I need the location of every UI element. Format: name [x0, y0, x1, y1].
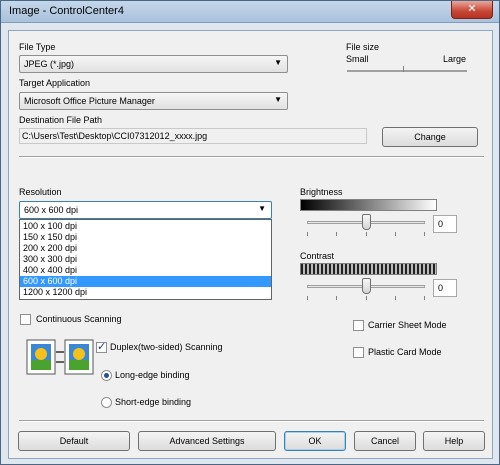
contrast-label: Contrast: [300, 251, 335, 261]
duplex-checkbox[interactable]: [96, 340, 107, 353]
long-edge-radio[interactable]: [101, 370, 112, 381]
file-type-select[interactable]: JPEG (*.jpg) ▼: [19, 55, 288, 73]
resolution-label: Resolution: [19, 187, 62, 197]
title-bar[interactable]: Image - ControlCenter4 ✕: [1, 1, 499, 23]
brightness-value-field[interactable]: 0: [433, 215, 457, 233]
chevron-down-icon: ▼: [274, 95, 282, 104]
destination-path-label: Destination File Path: [19, 115, 103, 125]
resolution-dropdown-list[interactable]: 100 x 100 dpi 150 x 150 dpi 200 x 200 dpi 3…: [19, 219, 272, 300]
file-size-small-label: Small: [346, 54, 369, 64]
plastic-card-checkbox[interactable]: [353, 347, 364, 358]
resolution-value: 600 x 600 dpi: [24, 205, 79, 215]
resolution-option[interactable]: 200 x 200 dpi: [20, 243, 271, 254]
dialog-client-area: File Type JPEG (*.jpg) ▼ File size Small…: [8, 30, 493, 459]
chevron-down-icon: ▼: [258, 204, 266, 213]
brightness-slider-thumb[interactable]: [362, 214, 371, 230]
file-size-slider-thumb[interactable]: [403, 66, 404, 72]
resolution-option[interactable]: 300 x 300 dpi: [20, 254, 271, 265]
chevron-down-icon: ▼: [274, 58, 282, 67]
cancel-button[interactable]: Cancel: [354, 431, 416, 451]
continuous-scanning-label: Continuous Scanning: [36, 314, 122, 324]
file-size-label: File size: [346, 42, 380, 52]
long-edge-label: Long-edge binding: [115, 370, 190, 380]
separator: [19, 420, 484, 422]
contrast-value-field[interactable]: 0: [433, 279, 457, 297]
contrast-value: 0: [438, 283, 444, 293]
carrier-sheet-label: Carrier Sheet Mode: [368, 320, 447, 330]
resolution-option[interactable]: 400 x 400 dpi: [20, 265, 271, 276]
close-icon: ✕: [467, 3, 477, 15]
file-size-large-label: Large: [443, 54, 467, 64]
destination-path-field[interactable]: C:\Users\Test\Desktop\CCI07312012_xxxx.j…: [19, 128, 367, 144]
brightness-ticks: [307, 232, 425, 236]
target-application-label: Target Application: [19, 78, 91, 88]
duplex-label: Duplex(two-sided) Scanning: [110, 342, 223, 352]
brightness-gradient: [300, 199, 437, 211]
resolution-option[interactable]: 150 x 150 dpi: [20, 232, 271, 243]
short-edge-label: Short-edge binding: [115, 397, 192, 407]
destination-path-value: C:\Users\Test\Desktop\CCI07312012_xxxx.j…: [22, 131, 208, 141]
contrast-slider-thumb[interactable]: [362, 278, 371, 294]
help-button[interactable]: Help: [423, 431, 485, 451]
resolution-option[interactable]: 1200 x 1200 dpi: [20, 287, 271, 298]
brightness-value: 0: [438, 219, 444, 229]
resolution-option[interactable]: 600 x 600 dpi: [20, 276, 271, 287]
resolution-option[interactable]: 100 x 100 dpi: [20, 221, 271, 232]
dialog-window: Image - ControlCenter4 ✕ File Type JPEG …: [0, 0, 500, 465]
target-application-value: Microsoft Office Picture Manager: [24, 96, 155, 106]
resolution-select[interactable]: 600 x 600 dpi ▼: [19, 201, 272, 219]
plastic-card-label: Plastic Card Mode: [368, 347, 442, 357]
default-button[interactable]: Default: [18, 431, 130, 451]
change-button[interactable]: Change: [382, 127, 478, 147]
target-application-select[interactable]: Microsoft Office Picture Manager ▼: [19, 92, 288, 110]
contrast-pattern: [300, 263, 437, 275]
short-edge-radio[interactable]: [101, 397, 112, 408]
file-size-slider-track[interactable]: [347, 70, 467, 72]
separator: [19, 156, 484, 158]
close-button[interactable]: ✕: [451, 1, 493, 19]
window-title: Image - ControlCenter4: [9, 5, 124, 17]
continuous-scanning-checkbox[interactable]: [20, 314, 31, 325]
file-type-label: File Type: [19, 42, 56, 52]
file-type-value: JPEG (*.jpg): [24, 59, 75, 69]
contrast-ticks: [307, 296, 425, 300]
duplex-pages-icon: [25, 338, 97, 376]
advanced-settings-button[interactable]: Advanced Settings: [138, 431, 276, 451]
carrier-sheet-checkbox[interactable]: [353, 320, 364, 331]
brightness-label: Brightness: [300, 187, 343, 197]
ok-button[interactable]: OK: [284, 431, 346, 451]
